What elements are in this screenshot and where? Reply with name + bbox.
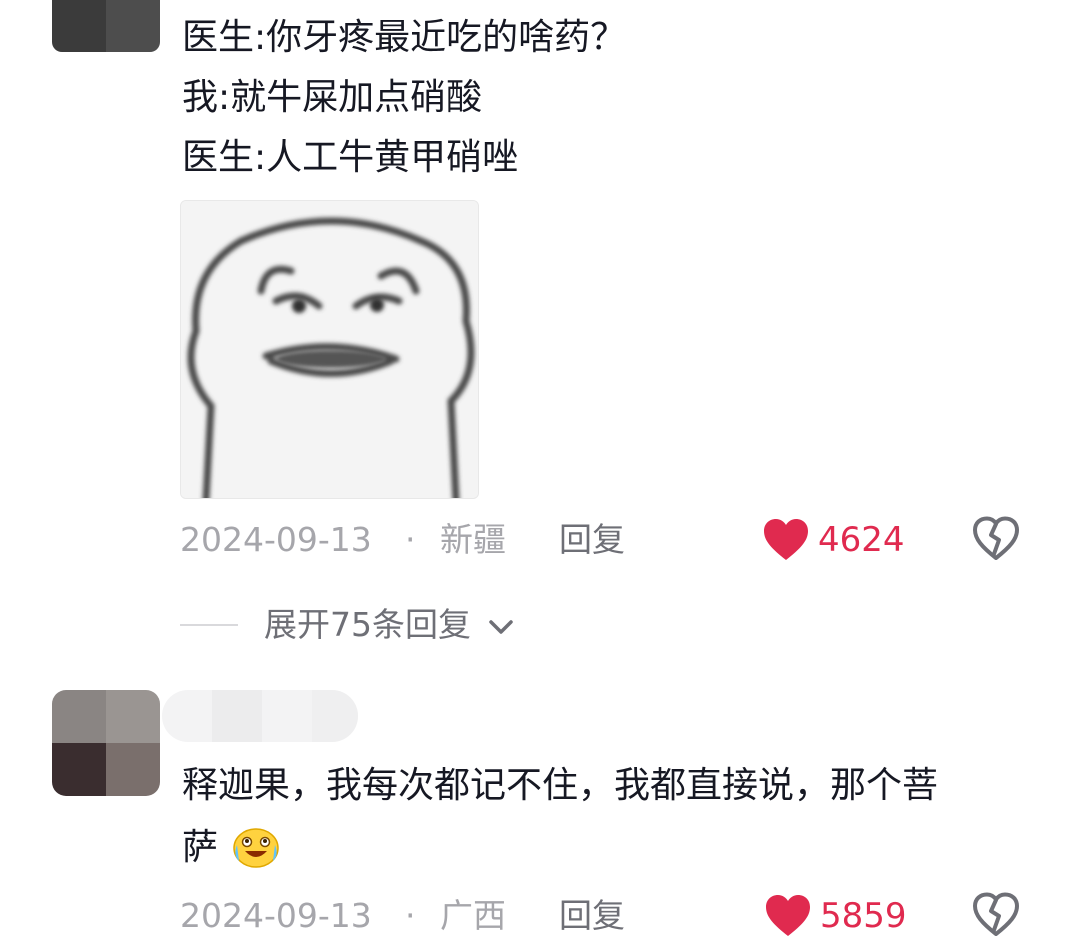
expand-replies-button[interactable]: 展开75条回复 (264, 605, 514, 645)
expand-divider (180, 624, 238, 626)
expand-replies-label: 展开75条回复 (264, 605, 471, 644)
avatar[interactable] (52, 690, 160, 796)
heart-icon (766, 895, 810, 936)
comment-line: 医生:你牙疼最近吃的啥药？ (182, 17, 627, 58)
dislike-button[interactable] (972, 516, 1020, 564)
comment-line: 萨 (182, 818, 281, 878)
avatar[interactable] (52, 0, 160, 52)
dislike-button[interactable] (972, 892, 1020, 940)
like-count: 5859 (820, 896, 907, 936)
like-button[interactable]: 4624 (760, 516, 910, 564)
grimacing-frog-sticker[interactable] (180, 200, 479, 499)
chevron-down-icon (488, 619, 513, 634)
like-count: 4624 (818, 520, 905, 560)
frog-sticker-drawing (181, 201, 478, 498)
comment-date: 2024-09-13 (180, 896, 372, 935)
comment-line: 释迦果，我每次都记不住，我都直接说，那个菩 (182, 765, 939, 806)
reply-button[interactable]: 回复 (559, 520, 625, 560)
crying-laughing-emoji (233, 828, 280, 868)
comment-date: 2024-09-13 (180, 520, 372, 559)
reply-button[interactable]: 回复 (559, 896, 625, 936)
like-button[interactable]: 5859 (762, 892, 912, 940)
meta-separator: · (405, 896, 416, 935)
comment-location: 新疆 (440, 520, 506, 559)
comment-line: 我:就牛屎加点硝酸 (182, 77, 483, 118)
broken-heart-icon (973, 516, 1019, 560)
broken-heart-icon (973, 892, 1019, 936)
username-redacted[interactable] (162, 690, 358, 742)
comment-line: 医生:人工牛黄甲硝唑 (182, 137, 519, 178)
heart-icon (764, 519, 808, 560)
meta-separator: · (405, 520, 416, 559)
comment-location: 广西 (440, 896, 506, 935)
comment-line-text: 萨 (182, 827, 219, 868)
